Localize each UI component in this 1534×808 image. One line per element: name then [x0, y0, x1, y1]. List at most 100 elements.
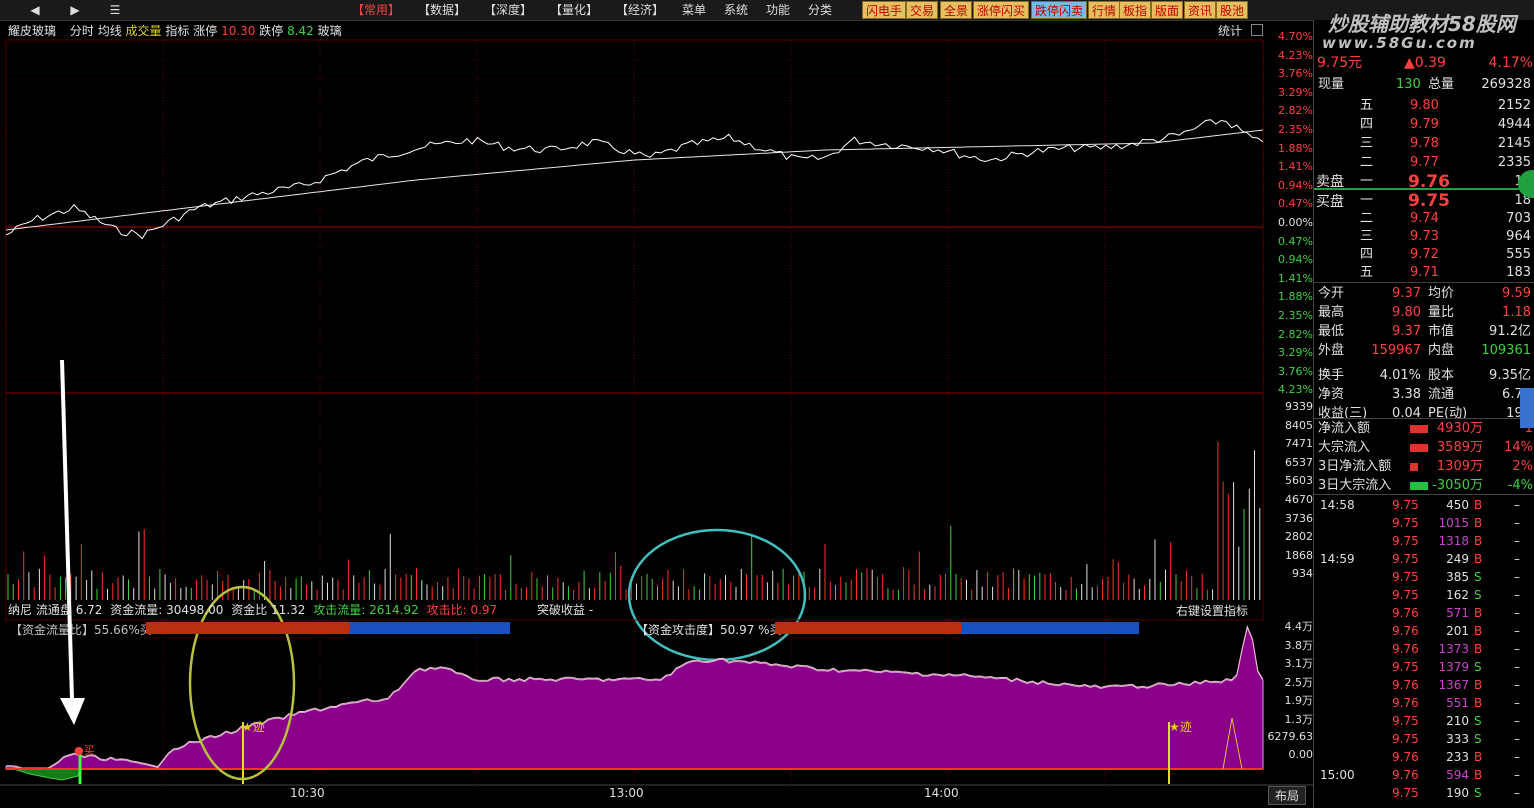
stat-label: 流通 — [1428, 387, 1455, 402]
bid-price: 9.74 — [1410, 211, 1439, 226]
bid-row: 三 9.73 964 — [1314, 228, 1534, 246]
flow-bar — [1410, 463, 1418, 471]
tick-price: 9.75 — [1392, 732, 1419, 746]
tick-price: 9.75 — [1392, 570, 1419, 584]
sep-2 — [1314, 418, 1534, 419]
quick-news-button[interactable]: 资讯 — [1184, 1, 1217, 19]
stat-label: 内盘 — [1428, 343, 1455, 358]
menu-depth[interactable]: 【深度】 — [484, 0, 532, 20]
tick-side: B — [1474, 696, 1483, 710]
tick-dash: – — [1514, 606, 1520, 620]
tick-dash: – — [1514, 498, 1520, 512]
axis-label: 2802 — [1285, 530, 1313, 544]
tick-volume: 162 — [1446, 588, 1469, 602]
layout-button[interactable]: 布局 — [1268, 786, 1307, 805]
sep-3 — [1314, 494, 1534, 495]
quick-panorama-button[interactable]: 全景 — [940, 1, 973, 19]
stat-label: 均价 — [1428, 286, 1455, 301]
axis-label: 1.88% — [1278, 141, 1313, 155]
tick-price: 9.76 — [1392, 696, 1419, 710]
attack-flow-value: 2614.92 — [369, 603, 419, 617]
tick-volume: 333 — [1446, 732, 1469, 746]
forward-icon[interactable]: ▶ — [64, 0, 86, 20]
attack-flow-label: 攻击流量: — [313, 603, 366, 617]
tick-time: 14:59 — [1320, 552, 1355, 566]
horizontal-grid — [6, 41, 1263, 396]
bid-volume: 183 — [1506, 265, 1531, 280]
indicator-name[interactable]: 纳尼 — [8, 603, 32, 617]
bid-ask-divider — [1314, 188, 1534, 190]
attack-ratio-value: 0.97 — [470, 603, 498, 617]
quick-quote-button[interactable]: 行情 — [1088, 1, 1121, 19]
trace-marker-1-text: 迹 — [252, 720, 265, 734]
ask-volume: 2145 — [1497, 136, 1531, 151]
stat-value: 9.80 — [1392, 305, 1421, 320]
fund-attack-bar — [775, 622, 1139, 634]
price-change-pct: 4.17% — [1488, 55, 1533, 71]
stat-row: 换手 4.01% 股本 9.35亿 — [1314, 367, 1534, 385]
expand-menu-icon[interactable]: ☰ — [104, 0, 126, 20]
flow-value: 1309万 — [1436, 459, 1483, 474]
stat-value: 9.37 — [1392, 324, 1421, 339]
quick-flash-button[interactable]: 闪电手 — [862, 1, 907, 19]
tick-side: B — [1474, 552, 1483, 566]
float-label: 流通盘 — [35, 603, 72, 617]
tick-dash: – — [1514, 588, 1520, 602]
quick-limitup-buy-button[interactable]: 涨停闪买 — [973, 1, 1030, 19]
fund-flow-ratio-label: 【资金流量比】55.66%买 — [10, 623, 152, 637]
side-scroll-icon[interactable] — [1520, 388, 1534, 428]
tick-price: 9.75 — [1392, 660, 1419, 674]
back-icon[interactable]: ◀ — [24, 0, 46, 20]
trace-marker-2: ★迹 — [1169, 720, 1192, 734]
tick-row: 9.75 1318 B – — [1314, 532, 1534, 550]
price-axis: 4.70% 4.23% 3.76% 3.29% 2.82% 2.35% 1.88% 1.41%… — [1263, 30, 1313, 400]
menu-function[interactable]: 功能 — [766, 0, 790, 20]
menu-system[interactable]: 系统 — [724, 0, 748, 20]
tick-volume: 233 — [1446, 750, 1469, 764]
tick-volume: 1379 — [1438, 660, 1469, 674]
tick-volume: 1367 — [1438, 678, 1469, 692]
quick-layout-button[interactable]: 版面 — [1151, 1, 1184, 19]
right-click-settings[interactable]: 右键设置指标 — [1176, 602, 1248, 619]
axis-label: 0.00 — [1288, 748, 1314, 762]
cur-vol-label: 现量 — [1318, 77, 1345, 92]
tick-row: 14:58 9.75 450 B – — [1314, 496, 1534, 514]
bid-row: 二 9.74 703 — [1314, 210, 1534, 228]
tick-volume: 1373 — [1438, 642, 1469, 656]
flow-bar — [1410, 444, 1428, 452]
flow-row: 3日净流入额 1309万 2% — [1314, 458, 1534, 476]
tick-price: 9.75 — [1392, 714, 1419, 728]
quick-index-button[interactable]: 板指 — [1119, 1, 1152, 19]
menu-data[interactable]: 【数据】 — [418, 0, 466, 20]
tick-price: 9.75 — [1392, 552, 1419, 566]
tick-price: 9.76 — [1392, 624, 1419, 638]
tick-dash: – — [1514, 714, 1520, 728]
ask-volume: 2152 — [1497, 98, 1531, 113]
menu-common[interactable]: 【常用】 — [352, 0, 400, 20]
float-value: 6.72 — [75, 603, 103, 617]
quick-trade-button[interactable]: 交易 — [906, 1, 939, 19]
axis-label: 1868 — [1285, 548, 1313, 562]
menu-economy[interactable]: 【经济】 — [616, 0, 664, 20]
tick-row: 14:59 9.75 249 B – — [1314, 550, 1534, 568]
highlight-circle-cyan — [627, 528, 807, 662]
stat-value: 91.2亿 — [1489, 324, 1531, 339]
flow-label: 净流入额 — [1318, 421, 1371, 436]
quick-pool-button[interactable]: 股池 — [1216, 1, 1249, 19]
bid-price: 9.73 — [1410, 229, 1439, 244]
menu-main[interactable]: 菜单 — [682, 0, 706, 20]
axis-label: 4.70% — [1278, 30, 1313, 43]
vertical-grid — [162, 40, 1106, 785]
axis-label: 0.94% — [1278, 253, 1313, 267]
bid-volume: 703 — [1506, 211, 1531, 226]
menu-category[interactable]: 分类 — [808, 0, 832, 20]
axis-label: 0.47% — [1278, 234, 1313, 248]
axis-label: 0.47% — [1278, 197, 1313, 211]
stat-row: 最高 9.80 量比 1.18 — [1314, 304, 1534, 322]
ask-price: 9.78 — [1410, 136, 1439, 151]
stat-row: 净资 3.38 流通 6.72 — [1314, 386, 1534, 404]
axis-label: 1.41% — [1278, 160, 1313, 174]
cur-vol-value: 130 — [1396, 77, 1421, 92]
menu-quant[interactable]: 【量化】 — [550, 0, 598, 20]
quick-limitdown-sell-button[interactable]: 跌停闪卖 — [1031, 1, 1088, 19]
